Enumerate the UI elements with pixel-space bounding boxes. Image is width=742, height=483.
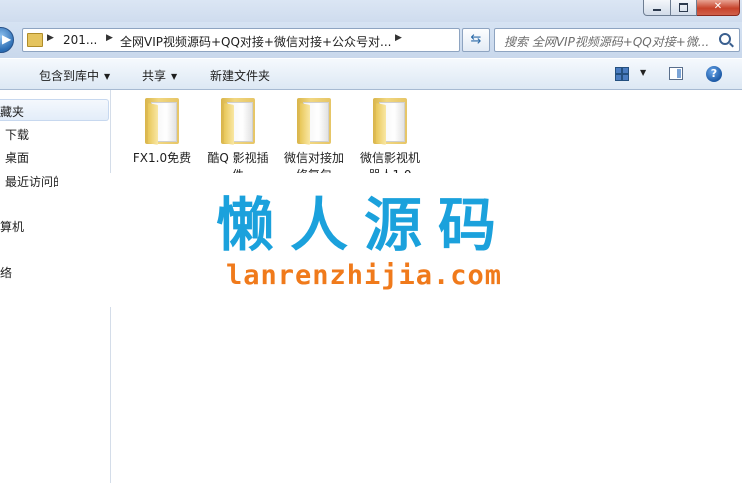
close-button[interactable]: ✕ xyxy=(697,0,740,16)
breadcrumb-item[interactable]: 全网VIP视频源码+QQ对接+微信对接+公众号对... xyxy=(120,33,391,50)
title-bar: ✕ xyxy=(0,0,742,22)
nav-item-desktop[interactable]: 桌面 xyxy=(5,149,29,166)
nav-item-computer[interactable]: 计算机 xyxy=(0,218,24,235)
breadcrumb-separator-icon[interactable]: ▶ xyxy=(47,33,54,43)
folder-icon xyxy=(145,98,179,145)
folder-icon xyxy=(27,33,43,47)
back-button[interactable]: ▶ xyxy=(0,27,14,53)
chevron-down-icon: ▼ xyxy=(104,72,111,81)
nav-item-recent[interactable]: 最近访问的 xyxy=(5,173,65,190)
search-input[interactable]: 搜索 全网VIP视频源码+QQ对接+微... xyxy=(494,28,740,52)
change-view-icon[interactable] xyxy=(615,67,629,81)
breadcrumb-item[interactable]: 201... xyxy=(63,33,97,47)
file-item[interactable]: 微信对接加修复包 xyxy=(276,98,352,184)
folder-icon xyxy=(297,98,331,145)
maximize-button[interactable] xyxy=(671,0,697,16)
watermark-url: lanrenzhijia.com xyxy=(225,260,503,291)
nav-item-downloads[interactable]: 下载 xyxy=(5,126,29,143)
minimize-icon xyxy=(653,9,661,11)
include-in-library-button[interactable]: 包含到库中 ▼ xyxy=(39,67,110,84)
minimize-button[interactable] xyxy=(643,0,671,16)
preview-pane-icon[interactable] xyxy=(669,67,683,80)
include-in-library-label: 包含到库中 xyxy=(39,69,100,83)
file-item[interactable]: 微信影视机器人1.0 xyxy=(352,98,428,184)
window-controls: ✕ xyxy=(643,0,740,16)
new-folder-button[interactable]: 新建文件夹 xyxy=(210,67,270,84)
help-icon[interactable]: ? xyxy=(706,66,722,82)
breadcrumb-separator-icon[interactable]: ▶ xyxy=(395,33,402,43)
file-item[interactable]: FX1.0免费 xyxy=(124,98,200,167)
arrow-icon: ▶ xyxy=(2,32,12,46)
file-name: 酷Q 影视插 xyxy=(207,151,269,165)
file-item[interactable]: 酷Q 影视插件 xyxy=(200,98,276,184)
watermark-banner: 懒人源码 lanrenzhijia.com xyxy=(58,173,670,307)
nav-item-favorites[interactable]: 收藏夹 xyxy=(0,103,24,120)
chevron-down-icon: ▼ xyxy=(171,72,178,81)
search-icon[interactable] xyxy=(719,33,731,45)
watermark-title: 懒人源码 xyxy=(215,191,512,259)
breadcrumb-separator-icon[interactable]: ▶ xyxy=(106,33,113,43)
nav-item-network[interactable]: 网络 xyxy=(0,264,12,281)
search-placeholder: 搜索 全网VIP视频源码+QQ对接+微... xyxy=(504,35,710,49)
maximize-icon xyxy=(679,3,688,12)
file-name: 微信对接加 xyxy=(283,151,344,165)
file-name: 微信影视机 xyxy=(359,151,420,165)
close-icon: ✕ xyxy=(713,1,723,12)
share-button[interactable]: 共享 ▼ xyxy=(142,67,177,84)
chevron-down-icon[interactable]: ▼ xyxy=(640,68,646,77)
refresh-button[interactable]: ⇆ xyxy=(462,28,490,52)
command-bar: 包含到库中 ▼ 共享 ▼ 新建文件夹 ▼ ? xyxy=(0,58,742,90)
address-bar[interactable]: ▶ 201... ▶ 全网VIP视频源码+QQ对接+微信对接+公众号对... ▶… xyxy=(22,28,472,52)
file-name: FX1.0免费 xyxy=(132,151,192,165)
folder-icon xyxy=(373,98,407,145)
folder-icon xyxy=(221,98,255,145)
refresh-icon: ⇆ xyxy=(470,32,482,47)
share-label: 共享 xyxy=(142,69,167,83)
address-row: ▶ ▶ 201... ▶ 全网VIP视频源码+QQ对接+微信对接+公众号对...… xyxy=(0,22,742,58)
